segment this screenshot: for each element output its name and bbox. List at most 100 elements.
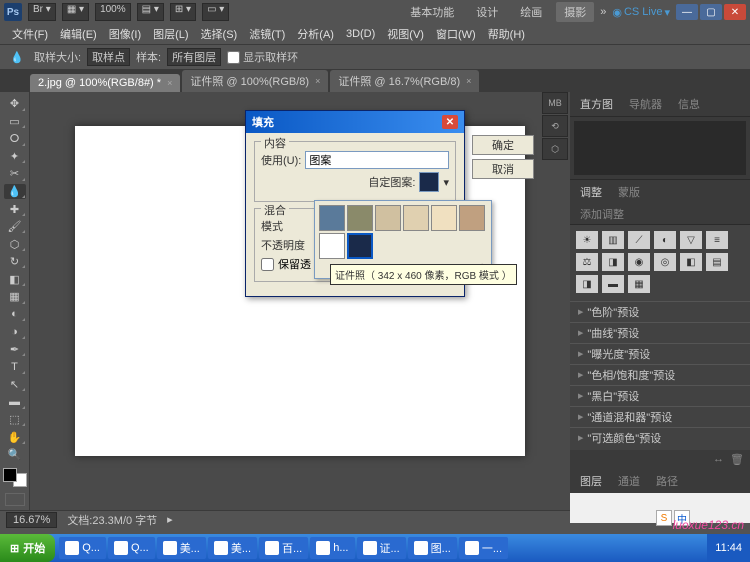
cancel-button[interactable]: 取消 [472,159,534,179]
pattern-item[interactable] [459,205,485,231]
preset-bw[interactable]: "黑白"预设 [570,385,750,406]
pattern-item[interactable] [319,205,345,231]
threshold-icon[interactable]: ◨ [576,275,598,293]
workspace-photography[interactable]: 摄影 [556,2,594,22]
maximize-button[interactable]: ▢ [700,4,722,20]
hue-icon[interactable]: ≡ [706,231,728,249]
preset-levels[interactable]: "色阶"预设 [570,301,750,322]
close-icon[interactable]: × [167,78,172,88]
preset-exposure[interactable]: "曝光度"预设 [570,343,750,364]
system-tray[interactable]: 11:44 [707,534,750,562]
gradmap-icon[interactable]: ▬ [602,275,624,293]
start-button[interactable]: ⊞ 开始 [0,534,55,562]
3d-tool[interactable]: ⬚ [4,412,26,428]
cslive-button[interactable]: ◉ CS Live ▾ [612,6,670,19]
doc-info-chevron[interactable]: ▸ [167,513,173,526]
sample-size-select[interactable]: 取样点 [87,48,130,66]
blur-tool[interactable]: ◐ [4,307,26,323]
tab-layers[interactable]: 图层 [576,472,606,490]
gradient-tool[interactable]: ▦ [4,289,26,305]
marquee-tool[interactable]: ▭ [4,114,26,130]
show-ring-check[interactable]: 显示取样环 [227,49,298,65]
task-item[interactable]: Q... [108,537,155,559]
preset-curves[interactable]: "曲线"预设 [570,322,750,343]
menu-view[interactable]: 视图(V) [381,24,430,44]
lasso-tool[interactable]: ⵔ [4,131,26,147]
pattern-item[interactable] [403,205,429,231]
hand-tool[interactable]: ✋ [4,429,26,445]
crop-tool[interactable]: ✂ [4,166,26,182]
menu-3d[interactable]: 3D(D) [340,26,381,42]
sogou-zh-icon[interactable]: 中 [674,510,690,526]
history-brush-tool[interactable]: ↻ [4,254,26,270]
pattern-item[interactable] [431,205,457,231]
posterize-icon[interactable]: ▤ [706,253,728,271]
levels-icon[interactable]: ▥ [602,231,624,249]
sample-layers-select[interactable]: 所有图层 [167,48,221,66]
task-item[interactable]: 百... [259,537,308,559]
expand-icon[interactable]: ↔ [713,453,724,466]
curves-icon[interactable]: ⟋ [628,231,650,249]
zoom-level[interactable]: 100% [95,3,131,21]
close-icon[interactable]: × [466,76,471,86]
pattern-item[interactable] [375,205,401,231]
doc-tab-1[interactable]: 证件照 @ 100%(RGB/8)× [182,70,328,92]
zoom-tool[interactable]: 🔍 [4,447,26,463]
task-item[interactable]: 美... [157,537,206,559]
photofilter-icon[interactable]: ◉ [628,253,650,271]
preset-selective[interactable]: "可选颜色"预设 [570,427,750,448]
task-item[interactable]: 一... [459,537,508,559]
stamp-tool[interactable]: ⬡ [4,236,26,252]
menu-layer[interactable]: 图层(L) [147,24,194,44]
use-select[interactable]: 图案 [305,151,449,169]
clone-panel-icon[interactable]: ⬡ [542,138,568,160]
task-item[interactable]: 图... [408,537,457,559]
history-panel-icon[interactable]: ⟲ [542,115,568,137]
vibrance-icon[interactable]: ▽ [680,231,702,249]
tab-paths[interactable]: 路径 [652,472,682,490]
pattern-item[interactable] [347,205,373,231]
shape-tool[interactable]: ▬ [4,394,26,410]
menu-file[interactable]: 文件(F) [6,24,54,44]
pattern-item-selected[interactable] [347,233,373,259]
workspace-basic[interactable]: 基本功能 [402,2,462,22]
eyedropper-tool-indicator[interactable]: 💧 [6,47,28,67]
menu-filter[interactable]: 滤镜(T) [243,24,291,44]
zoom-field[interactable]: 16.67% [6,512,57,528]
preset-mixer[interactable]: "通道混和器"预设 [570,406,750,427]
exposure-icon[interactable]: ◐ [654,231,676,249]
quickmask-toggle[interactable] [5,493,25,506]
move-tool[interactable]: ✥ [4,96,26,112]
fg-color-swatch[interactable] [3,468,17,482]
menu-help[interactable]: 帮助(H) [482,24,531,44]
chevron-down-icon[interactable]: ▾ [443,176,449,189]
task-item[interactable]: 美... [208,537,257,559]
screen-mode-icon[interactable]: ▭ ▾ [202,3,229,21]
ime-indicator[interactable]: S 中 [656,510,690,526]
eraser-tool[interactable]: ◧ [4,271,26,287]
mixer-icon[interactable]: ◎ [654,253,676,271]
menu-window[interactable]: 窗口(W) [430,24,482,44]
doc-tab-2[interactable]: 证件照 @ 16.7%(RGB/8)× [330,70,479,92]
balance-icon[interactable]: ⚖ [576,253,598,271]
workspace-design[interactable]: 设计 [468,2,506,22]
tab-channels[interactable]: 通道 [614,472,644,490]
menu-image[interactable]: 图像(I) [103,24,147,44]
brush-tool[interactable]: 🖌 [4,219,26,235]
menu-analysis[interactable]: 分析(A) [291,24,340,44]
selective-icon[interactable]: ▦ [628,275,650,293]
trash-icon[interactable]: 🗑 [730,453,744,466]
dialog-titlebar[interactable]: 填充 ✕ [246,111,464,133]
preset-hue[interactable]: "色相/饱和度"预设 [570,364,750,385]
ok-button[interactable]: 确定 [472,135,534,155]
menu-edit[interactable]: 编辑(E) [54,24,103,44]
dodge-tool[interactable]: ◑ [4,324,26,340]
tab-adjustments[interactable]: 调整 [576,183,606,201]
task-item[interactable]: 证... [357,537,406,559]
extras-icon[interactable]: ▤ ▾ [137,3,164,21]
close-icon[interactable]: × [315,76,320,86]
minimize-button[interactable]: — [676,4,698,20]
pattern-item[interactable] [319,233,345,259]
tab-histogram[interactable]: 直方图 [576,95,617,113]
color-swatches[interactable] [3,468,27,487]
